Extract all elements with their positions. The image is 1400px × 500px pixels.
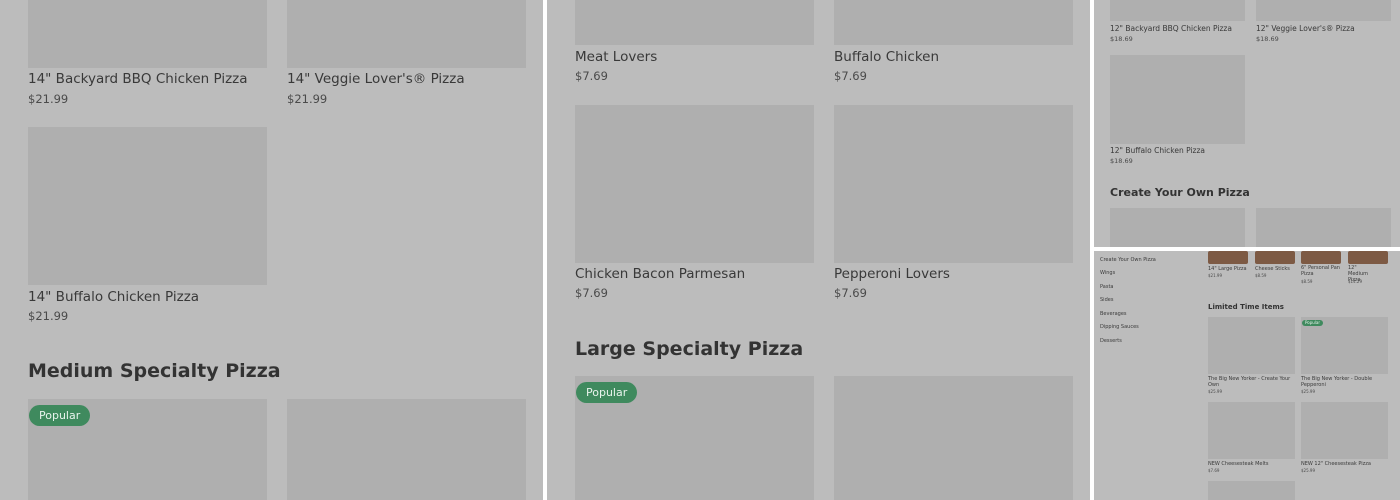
item-image[interactable]	[1208, 481, 1295, 500]
item-image[interactable]	[28, 127, 267, 285]
item-image[interactable]	[1208, 317, 1295, 374]
item-image[interactable]	[287, 0, 526, 68]
section-heading: Medium Specialty Pizza	[28, 360, 281, 382]
item-image[interactable]	[1208, 402, 1295, 459]
item-name[interactable]: Chicken Bacon Parmesan	[575, 266, 745, 282]
item-name[interactable]: NEW 12" Cheesesteak Pizza	[1301, 461, 1371, 467]
item-price: $25.99	[1301, 389, 1315, 394]
item-image[interactable]	[1256, 208, 1391, 247]
item-name[interactable]: The Big New Yorker - Double Pepperoni	[1301, 376, 1386, 388]
item-price: $21.99	[28, 309, 69, 323]
item-price: $7.69	[1208, 468, 1220, 473]
item-image[interactable]	[834, 376, 1073, 500]
popular-badge: Popular	[576, 382, 638, 403]
item-price: $21.99	[28, 92, 69, 106]
item-name[interactable]: 14" Large Pizza	[1208, 266, 1247, 272]
item-image[interactable]	[1301, 402, 1388, 459]
item-name[interactable]: Buffalo Chicken	[834, 49, 939, 65]
item-image[interactable]	[834, 105, 1073, 263]
item-image[interactable]	[1208, 251, 1248, 264]
sidebar-item[interactable]: Wings	[1100, 270, 1115, 276]
sidebar-item[interactable]: Dipping Sauces	[1100, 324, 1139, 330]
sidebar-item[interactable]: Desserts	[1100, 338, 1122, 344]
section-heading: Create Your Own Pizza	[1110, 186, 1250, 199]
item-name[interactable]: 12" Backyard BBQ Chicken Pizza	[1110, 24, 1232, 33]
item-name[interactable]: The Big New Yorker - Create Your Own	[1208, 376, 1293, 388]
item-name[interactable]: Meat Lovers	[575, 49, 657, 65]
item-name[interactable]: 12" Buffalo Chicken Pizza	[1110, 146, 1205, 155]
item-image[interactable]	[1255, 251, 1295, 264]
item-price: $18.69	[1110, 157, 1133, 165]
item-price: $21.99	[287, 92, 328, 106]
item-name[interactable]: 14" Veggie Lover's® Pizza	[287, 71, 465, 87]
item-price: $7.69	[834, 286, 867, 300]
item-image[interactable]	[1110, 55, 1245, 144]
sidebar-item[interactable]: Sides	[1100, 297, 1113, 303]
item-name[interactable]: 14" Backyard BBQ Chicken Pizza	[28, 71, 248, 87]
sidebar-item[interactable]: Create Your Own Pizza	[1100, 257, 1156, 263]
item-price: $21.99	[1208, 273, 1222, 278]
section-heading: Large Specialty Pizza	[575, 338, 804, 360]
item-image[interactable]	[287, 399, 526, 500]
item-name[interactable]: 12" Veggie Lover's® Pizza	[1256, 24, 1355, 33]
menu-panel-12-inch: 12" Backyard BBQ Chicken Pizza $18.69 12…	[1094, 0, 1400, 247]
item-image[interactable]	[575, 105, 814, 263]
menu-panel-specialty: Meat Lovers $7.69 Buffalo Chicken $7.69 …	[547, 0, 1090, 500]
menu-overview-panel: Create Your Own Pizza Wings Pasta Sides …	[1094, 251, 1400, 500]
item-price: $7.69	[575, 286, 608, 300]
item-image[interactable]	[1301, 251, 1341, 264]
sidebar-item[interactable]: Pasta	[1100, 284, 1113, 290]
sidebar-item[interactable]: Beverages	[1100, 311, 1127, 317]
item-name[interactable]: 14" Buffalo Chicken Pizza	[28, 289, 199, 305]
item-image[interactable]	[1348, 251, 1388, 264]
item-price: $25.99	[1301, 468, 1315, 473]
item-price: $14.29	[1348, 279, 1362, 284]
item-price: $25.99	[1208, 389, 1222, 394]
item-name[interactable]: Pepperoni Lovers	[834, 266, 950, 282]
section-heading: Limited Time Items	[1208, 303, 1284, 311]
item-name[interactable]: Cheese Sticks	[1255, 266, 1290, 272]
item-name[interactable]: 6" Personal Pan Pizza	[1301, 265, 1343, 277]
item-price: $18.69	[1110, 35, 1133, 43]
item-name[interactable]: NEW Cheesesteak Melts	[1208, 461, 1268, 467]
item-image[interactable]	[575, 0, 814, 45]
item-image[interactable]	[1256, 0, 1391, 21]
item-price: $18.69	[1256, 35, 1279, 43]
item-image[interactable]	[1110, 0, 1245, 21]
item-price: $8.59	[1255, 273, 1267, 278]
item-image[interactable]	[1110, 208, 1245, 247]
item-image[interactable]	[28, 0, 267, 68]
item-image[interactable]	[834, 0, 1073, 45]
item-price: $7.69	[575, 69, 608, 83]
item-price: $7.69	[834, 69, 867, 83]
popular-badge: Popular	[29, 405, 91, 426]
popular-badge: Popular	[1302, 320, 1323, 326]
item-price: $8.59	[1301, 279, 1313, 284]
menu-panel-14-inch: 14" Backyard BBQ Chicken Pizza $21.99 14…	[0, 0, 543, 500]
